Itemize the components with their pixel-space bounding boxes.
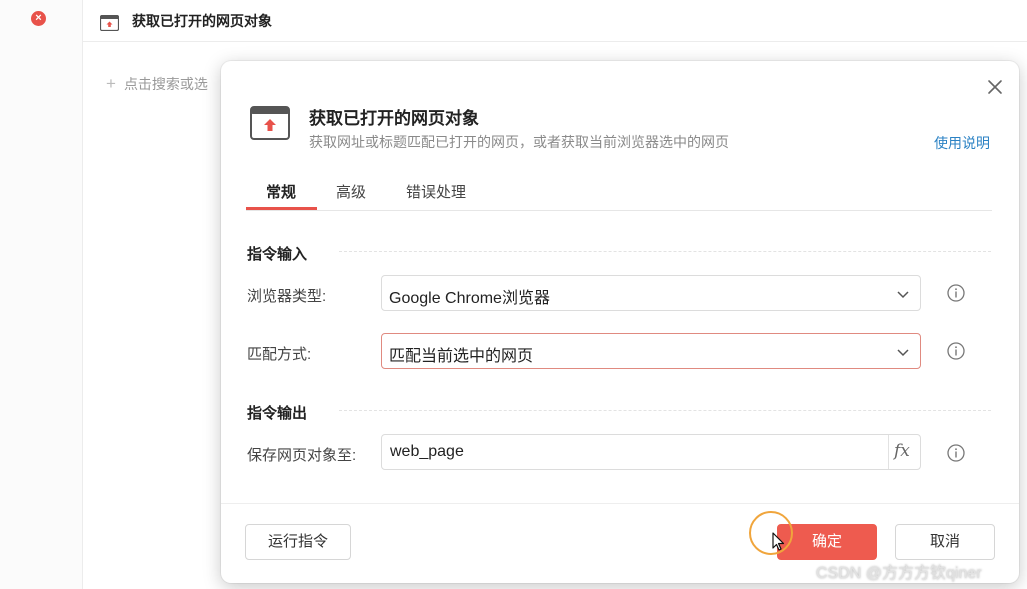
command-dialog: 获取已打开的网页对象 获取网址或标题匹配已打开的网页，或者获取当前浏览器选中的网…: [221, 61, 1019, 583]
active-tab-indicator: [246, 207, 317, 210]
mouse-cursor-icon: [772, 532, 785, 551]
browser-type-select[interactable]: Google Chrome浏览器: [381, 275, 921, 311]
close-icon[interactable]: [985, 77, 1005, 97]
output-section-title: 指令输出: [247, 405, 308, 422]
add-step-label: 点击搜索或选: [123, 76, 208, 92]
chevron-down-icon: [897, 349, 909, 357]
save-webpage-input[interactable]: web_page fx: [381, 434, 921, 470]
browser-type-value: Google Chrome浏览器: [389, 290, 550, 307]
match-mode-value: 匹配当前选中的网页: [389, 348, 534, 365]
dialog-title: 获取已打开的网页对象: [309, 109, 479, 128]
save-webpage-label: 保存网页对象至:: [247, 447, 357, 464]
webpage-icon: [100, 15, 119, 31]
click-highlight: [749, 511, 793, 555]
divider: [82, 41, 1027, 42]
info-icon[interactable]: [946, 341, 966, 361]
tab-advanced[interactable]: 高级: [336, 181, 366, 202]
watermark: CSDN @方方方钦qiner: [816, 565, 982, 582]
tab-bar: 常规 高级 错误处理: [246, 178, 992, 211]
footer-divider: [221, 503, 1019, 504]
info-icon[interactable]: [946, 283, 966, 303]
dialog-description: 获取网址或标题匹配已打开的网页，或者获取当前浏览器选中的网页: [309, 134, 729, 150]
match-mode-label: 匹配方式:: [247, 346, 312, 363]
browser-type-label: 浏览器类型:: [247, 288, 327, 305]
plus-icon: +: [106, 74, 116, 93]
left-gutter: ×: [0, 0, 83, 589]
match-mode-select[interactable]: 匹配当前选中的网页: [381, 333, 921, 369]
webpage-icon: [250, 106, 290, 140]
close-circle-icon[interactable]: ×: [31, 11, 46, 26]
step-title[interactable]: 获取已打开的网页对象: [132, 11, 272, 31]
fx-button[interactable]: fx: [888, 435, 920, 469]
chevron-down-icon: [897, 291, 909, 299]
help-link[interactable]: 使用说明: [934, 133, 990, 153]
fx-icon: fx: [894, 441, 910, 461]
cancel-button[interactable]: 取消: [895, 524, 995, 560]
run-command-button[interactable]: 运行指令: [245, 524, 351, 560]
tab-general[interactable]: 常规: [266, 181, 296, 202]
input-section-title: 指令输入: [247, 246, 308, 263]
tab-error-handling[interactable]: 错误处理: [406, 181, 466, 202]
add-step-button[interactable]: + 点击搜索或选: [106, 74, 208, 94]
save-webpage-value: web_page: [390, 443, 464, 460]
section-divider: [339, 410, 991, 411]
section-divider: [339, 251, 991, 252]
info-icon[interactable]: [946, 443, 966, 463]
